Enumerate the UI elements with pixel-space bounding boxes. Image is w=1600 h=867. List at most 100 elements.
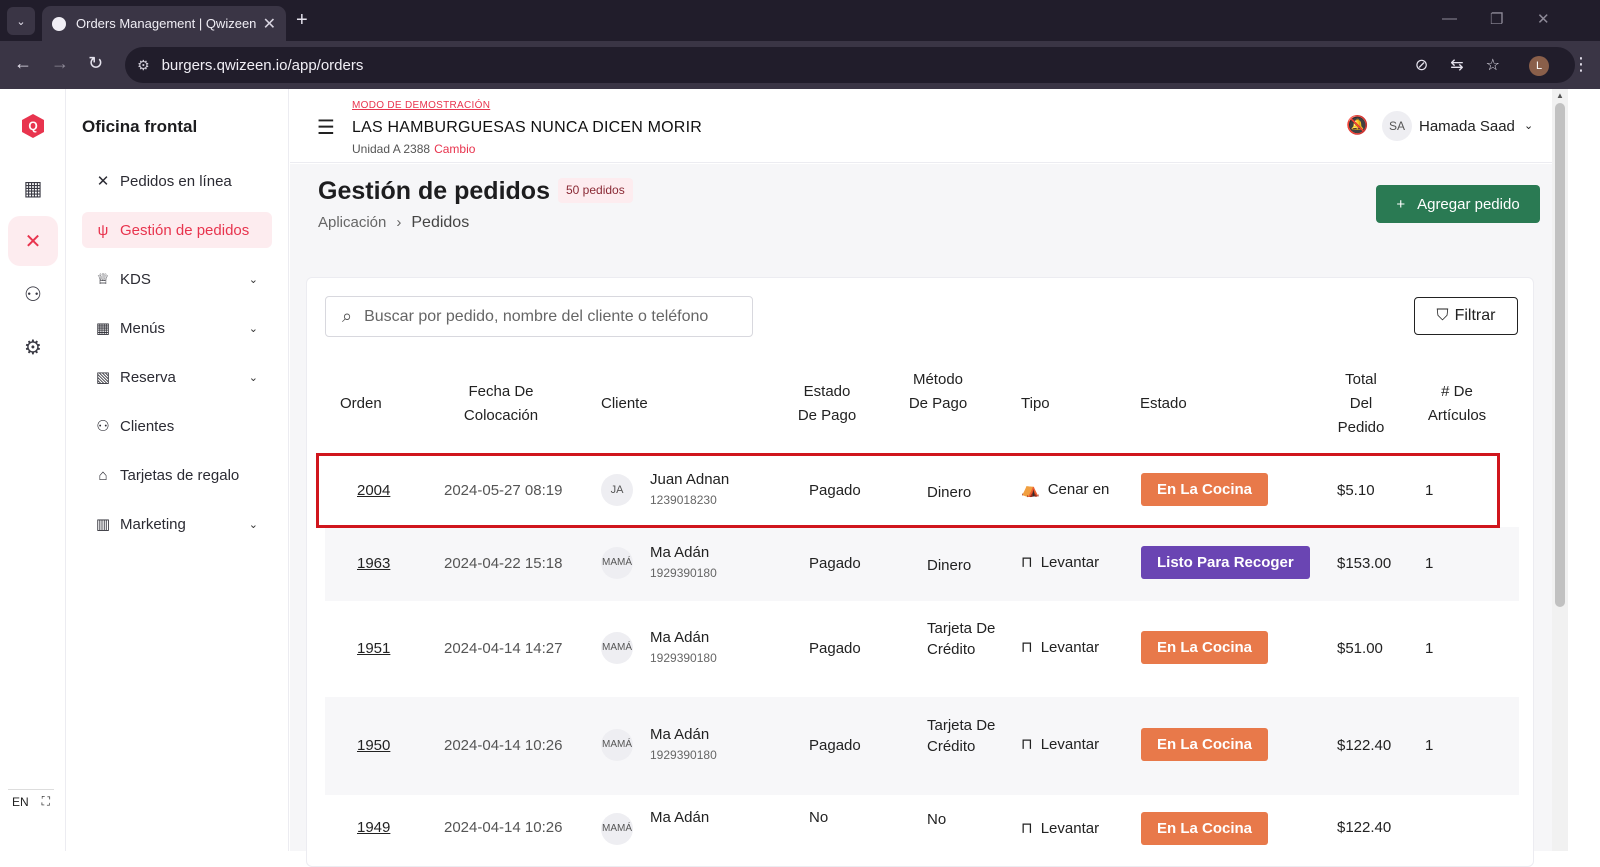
order-type-label: Levantar	[1040, 735, 1100, 753]
header-status[interactable]: Estado	[1140, 392, 1187, 416]
gift-icon: ⌂	[98, 466, 108, 484]
chef-hat-icon: ♕	[96, 271, 110, 288]
payment-status: Pagado	[809, 737, 861, 754]
maximize-icon[interactable]: ❐	[1490, 10, 1503, 28]
header-customer[interactable]: Cliente	[601, 392, 648, 416]
nav-label: Reserva	[120, 368, 176, 386]
item-count: 1	[1425, 640, 1434, 657]
page-scrollbar[interactable]: ▲	[1552, 89, 1568, 851]
order-link[interactable]: 1951	[357, 640, 390, 657]
header-items[interactable]: # De Artículos	[1421, 380, 1493, 428]
customer-phone: 1929390180	[650, 651, 717, 665]
status-badge[interactable]: En La Cocina	[1141, 812, 1269, 845]
org-chart-icon[interactable]: ⚇	[8, 269, 58, 319]
table-row[interactable]: 1949 2024-04-14 10:26 MAMÁ Ma Adán No No…	[325, 795, 1519, 867]
nav-label: Tarjetas de regalo	[120, 466, 240, 484]
scroll-up-icon[interactable]: ▲	[1556, 91, 1564, 100]
tab-close-icon[interactable]: ✕	[263, 14, 276, 34]
minimize-icon[interactable]: —	[1442, 10, 1457, 27]
qwizeen-logo[interactable]: Q	[22, 114, 44, 138]
nav-gift-cards[interactable]: ⌂ Tarjetas de regalo	[82, 457, 272, 493]
chevron-right-icon: ›	[396, 214, 402, 231]
order-type: ⊓ Levantar	[1021, 638, 1100, 657]
order-link[interactable]: 1949	[357, 819, 390, 836]
sidenav-title: Oficina frontal	[82, 117, 198, 136]
eye-off-icon[interactable]: ⊘	[1415, 55, 1428, 75]
user-name[interactable]: Hamada Saad	[1419, 118, 1515, 135]
nav-order-management[interactable]: ψ Gestión de pedidos	[82, 212, 272, 248]
customer-avatar: MAMÁ	[601, 547, 633, 579]
new-tab-button[interactable]: +	[296, 9, 308, 32]
url-field[interactable]: ⚙ burgers.qwizeen.io/app/orders	[125, 47, 1575, 83]
nav-menus[interactable]: ▦ Menús ⌄	[82, 310, 272, 346]
nav-reservations[interactable]: ▧ Reserva ⌄	[82, 359, 272, 395]
scrollbar-thumb[interactable]	[1555, 103, 1565, 607]
breadcrumb-app[interactable]: Aplicación	[318, 214, 386, 232]
people-icon: ⚇	[96, 418, 110, 435]
profile-avatar[interactable]: L	[1529, 56, 1549, 76]
order-type-label: Levantar	[1040, 638, 1100, 656]
add-order-button[interactable]: + Agregar pedido	[1376, 185, 1540, 223]
close-window-icon[interactable]: ✕	[1537, 10, 1550, 28]
browser-tab[interactable]: Orders Management | Qwizeen ✕	[42, 6, 286, 41]
header-date[interactable]: Fecha De Colocación	[451, 380, 551, 428]
notifications-off-icon[interactable]: 🔕	[1346, 115, 1368, 136]
front-office-icon[interactable]: ✕	[8, 216, 58, 266]
shopping-bag-icon: ⊓	[1021, 554, 1033, 571]
shopping-bag-icon: ⊓	[1021, 820, 1033, 837]
nav-marketing[interactable]: ▥ Marketing ⌄	[82, 506, 272, 542]
order-link[interactable]: 1950	[357, 737, 390, 754]
change-unit-link[interactable]: Cambio	[434, 142, 475, 156]
status-badge[interactable]: En La Cocina	[1141, 631, 1269, 664]
order-link[interactable]: 1963	[357, 555, 390, 572]
demo-mode-link[interactable]: MODO DE DEMOSTRACIÓN	[352, 100, 490, 111]
chevron-down-icon[interactable]: ⌄	[1524, 119, 1533, 132]
nav-label: Clientes	[120, 417, 175, 435]
status-badge[interactable]: En La Cocina	[1141, 728, 1269, 761]
payment-method: Tarjeta De Crédito	[927, 717, 996, 755]
item-count: 1	[1425, 737, 1434, 754]
star-icon[interactable]: ☆	[1486, 55, 1500, 75]
tab-search-button[interactable]: ⌄	[7, 7, 35, 35]
nav-online-orders[interactable]: ✕ Pedidos en línea	[82, 163, 272, 199]
customer-name: Ma Adán	[650, 809, 710, 826]
translate-icon[interactable]: ⇆	[1450, 55, 1463, 75]
filter-button[interactable]: ⛉ Filtrar	[1414, 297, 1518, 335]
header-total[interactable]: Total Del Pedido	[1333, 368, 1389, 440]
payment-method: No	[927, 811, 947, 828]
hamburger-menu-icon[interactable]: ☰	[317, 115, 335, 140]
header-pay-status[interactable]: Estado De Pago	[793, 380, 861, 428]
url-text: burgers.qwizeen.io/app/orders	[161, 56, 364, 74]
payment-status: Pagado	[809, 555, 861, 572]
status-badge[interactable]: Listo Para Recoger	[1141, 546, 1310, 579]
browser-menu-icon[interactable]: ⋮	[1572, 54, 1590, 75]
table-row[interactable]: 1950 2024-04-14 10:26 MAMÁ Ma Adán 19293…	[325, 697, 1519, 795]
search-input[interactable]	[364, 307, 735, 326]
fork-knife-icon: ψ	[97, 221, 109, 239]
site-info-icon[interactable]: ⚙	[137, 57, 150, 74]
settings-icon[interactable]: ⚙	[8, 322, 58, 372]
user-avatar[interactable]: SA	[1382, 111, 1412, 141]
table-row[interactable]: 1951 2024-04-14 14:27 MAMÁ Ma Adán 19293…	[325, 601, 1519, 697]
order-type: ⊓ Levantar	[1021, 735, 1100, 754]
language-switcher[interactable]: EN ⛶	[8, 789, 54, 813]
reload-icon[interactable]: ↻	[88, 53, 103, 74]
nav-label: Marketing	[120, 515, 186, 533]
dashboard-icon[interactable]: ▦	[8, 163, 58, 213]
bar-chart-icon: ▥	[95, 516, 111, 533]
customer-phone: 1929390180	[650, 748, 717, 762]
header-pay-method[interactable]: Método De Pago	[908, 368, 968, 416]
favicon-icon	[52, 16, 66, 31]
back-icon[interactable]: ←	[14, 53, 32, 74]
unit-label: Unidad A 2388	[352, 142, 431, 156]
customer-phone: 1929390180	[650, 566, 717, 580]
table-row[interactable]: 1963 2024-04-22 15:18 MAMÁ Ma Adán 19293…	[325, 527, 1519, 601]
customer-name: Ma Adán	[650, 726, 710, 743]
header-order[interactable]: Orden	[340, 392, 382, 416]
order-type: ⊓ Levantar	[1021, 819, 1099, 838]
nav-customers[interactable]: ⚇ Clientes	[82, 408, 272, 444]
nav-kds[interactable]: ♕ KDS ⌄	[82, 261, 272, 297]
forward-icon[interactable]: →	[51, 53, 69, 74]
header-type[interactable]: Tipo	[1021, 392, 1050, 416]
customer-avatar: MAMÁ	[601, 632, 633, 664]
